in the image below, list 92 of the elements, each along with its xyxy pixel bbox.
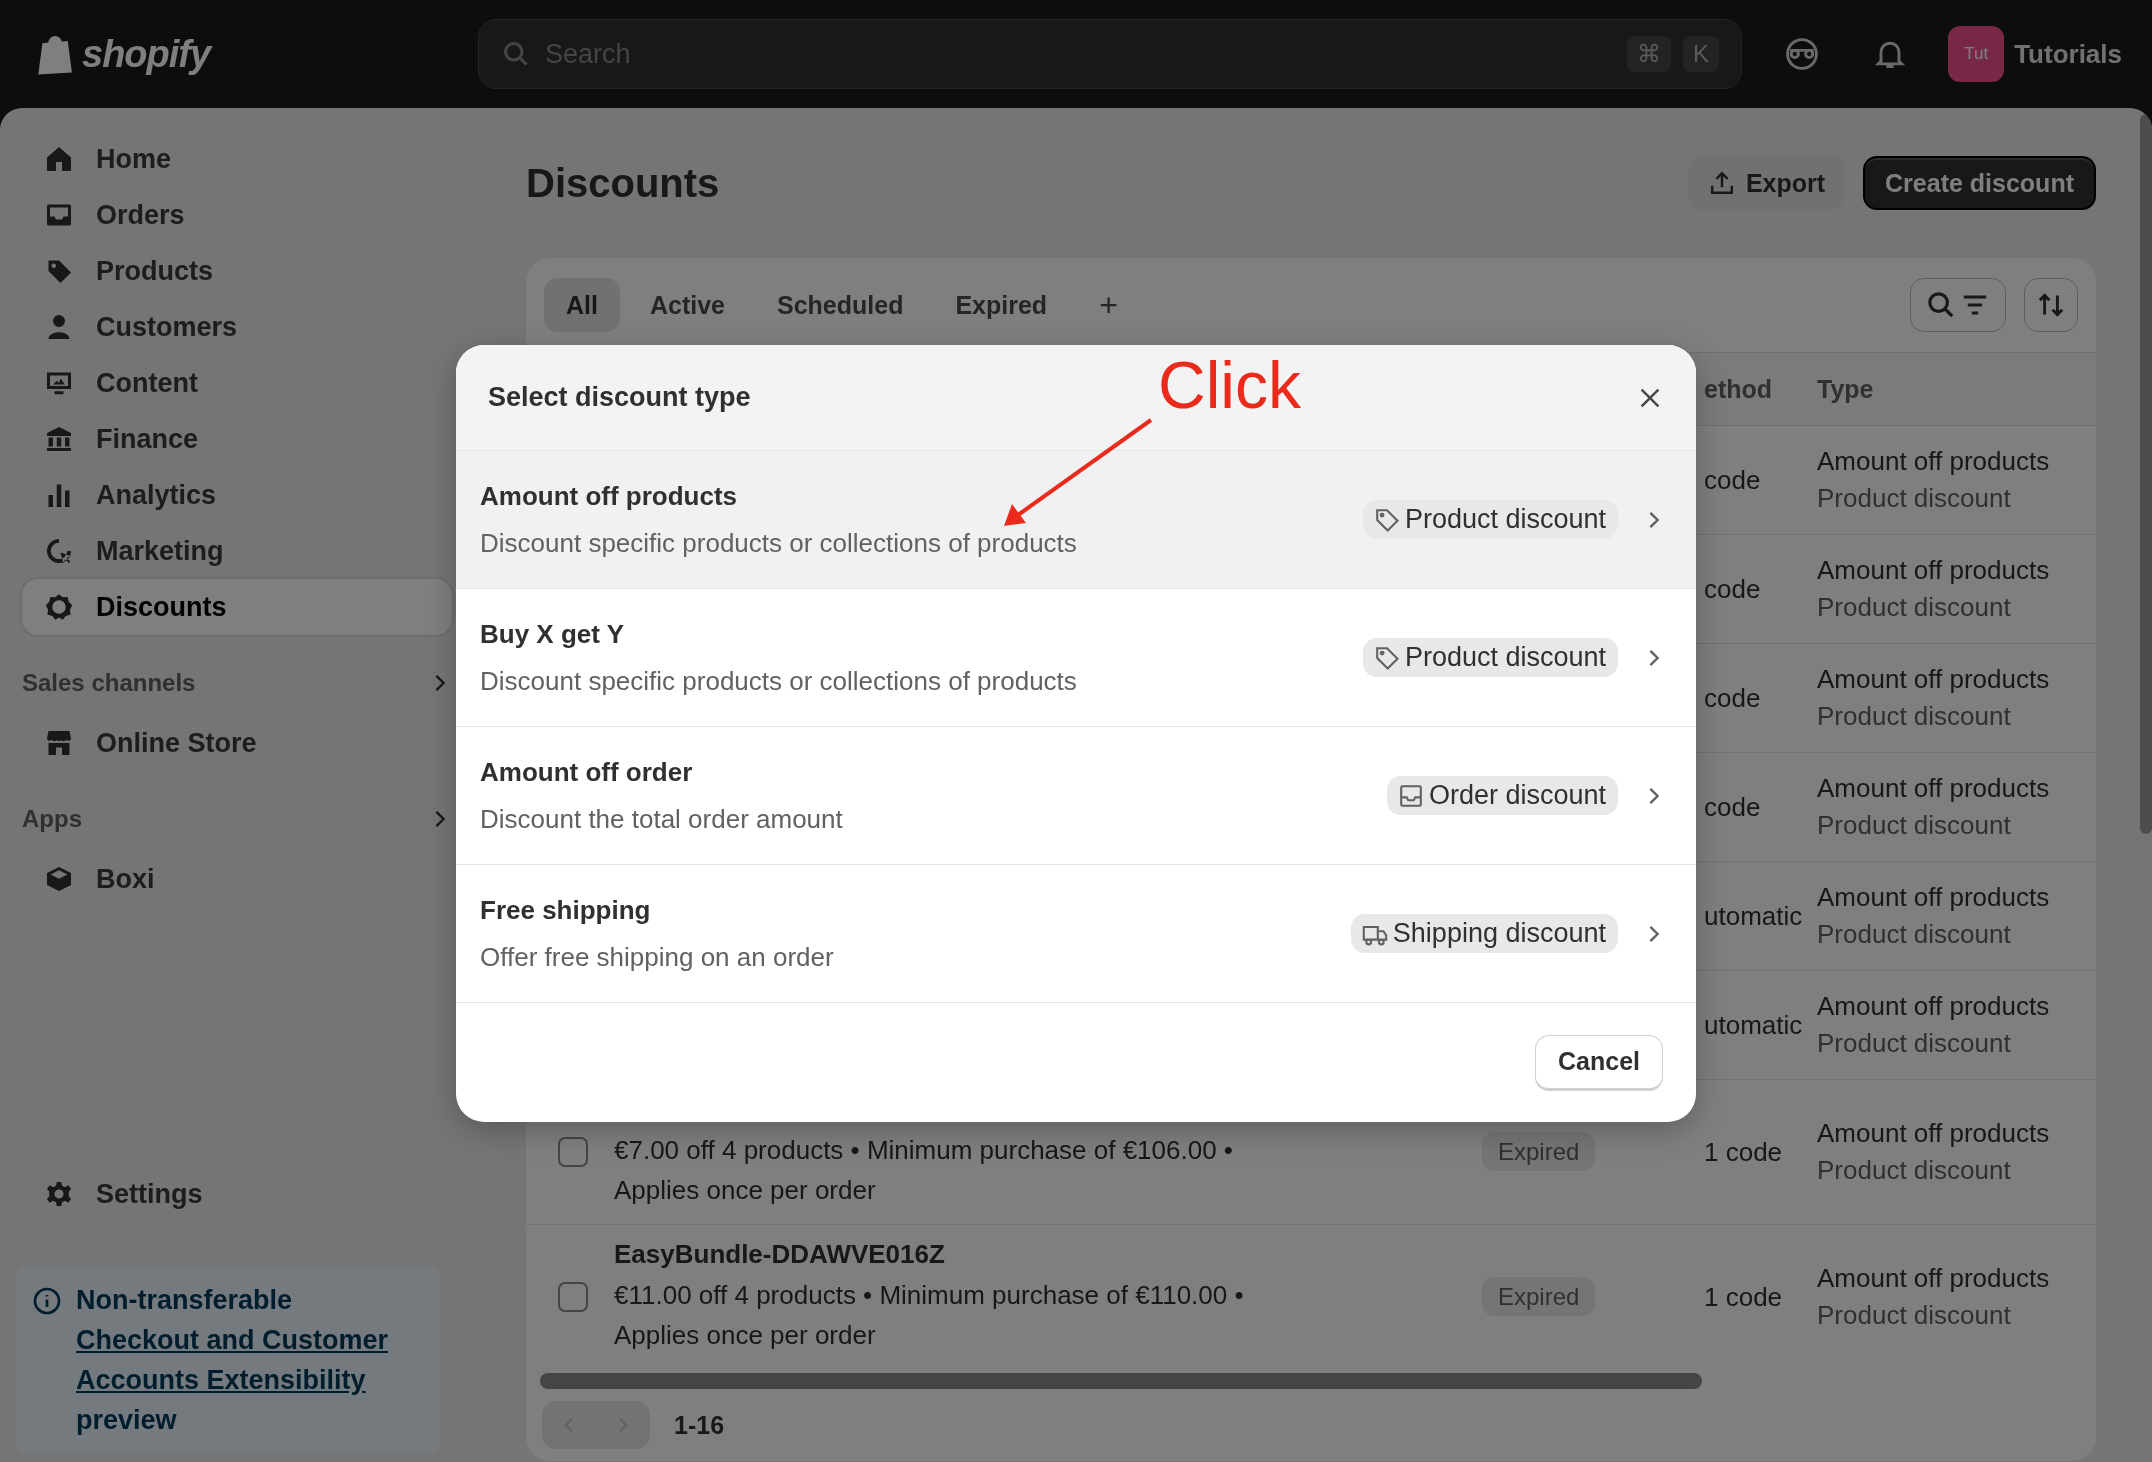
- home-icon: [44, 144, 74, 174]
- cube-icon: [44, 864, 74, 894]
- nav-item[interactable]: Customers: [22, 299, 452, 355]
- discount-code: EasyBundle-DDAWVE016Z: [614, 1239, 945, 1269]
- nav-item[interactable]: Online Store: [22, 715, 452, 771]
- option-title: Free shipping: [480, 894, 652, 926]
- badge-label: Product discount: [1404, 504, 1606, 535]
- create-button[interactable]: Create discount: [1863, 156, 2096, 210]
- page-title: Discounts: [526, 160, 720, 206]
- store-avatar[interactable]: Tut: [1948, 26, 2005, 82]
- page-range: 1-16: [674, 1410, 725, 1440]
- type-detail: Product discount: [1817, 1028, 2012, 1059]
- info-icon: [32, 1286, 62, 1316]
- type-detail: Product discount: [1817, 919, 2012, 950]
- type-cell-text: Amount off products: [1817, 1118, 2051, 1149]
- discount-type-option[interactable]: Amount off order Discount the total order amount Order discount: [456, 727, 1696, 865]
- settings-nav-item[interactable]: Settings: [22, 1166, 452, 1222]
- option-title: Amount off products: [480, 480, 739, 512]
- discount-summary: €11.00 off 4 products • Minimum purchase of €110.00 • Applies once per order: [614, 1279, 1245, 1352]
- option-description: Discount specific products or collections of products: [480, 665, 1078, 697]
- status-badge: Expired: [1482, 1277, 1596, 1316]
- method-cell-text: 1 code: [1703, 1281, 1784, 1313]
- dialog-title: Select discount type: [488, 382, 751, 413]
- section-heading[interactable]: Apps: [22, 795, 452, 843]
- type-cell-text: Amount off products: [1817, 446, 2051, 477]
- horizontal-scrollbar[interactable]: [540, 1373, 1702, 1389]
- badge-label: Product discount: [1404, 642, 1606, 673]
- type-cell-text: Amount off products: [1817, 882, 2051, 913]
- type-cell-text: Amount off products: [1817, 664, 2051, 695]
- settings-icon: [44, 1179, 74, 1209]
- nav-item[interactable]: Analytics: [22, 467, 452, 523]
- nav-item[interactable]: Home: [22, 131, 452, 187]
- section-heading[interactable]: Sales channels: [22, 659, 452, 707]
- logo-wordmark[interactable]: shopify: [82, 32, 211, 76]
- export-button[interactable]: Export: [1687, 156, 1846, 210]
- row-checkbox[interactable]: [558, 1282, 588, 1312]
- option-description: Discount specific products or collections of products: [480, 527, 1078, 559]
- method-cell-text: utomatic: [1703, 1009, 1804, 1041]
- nav-item[interactable]: Boxi: [22, 851, 452, 907]
- store-name[interactable]: Tutorials: [2014, 38, 2122, 70]
- method-cell-text: code: [1703, 791, 1762, 823]
- filter-tab[interactable]: Active: [627, 278, 747, 332]
- cancel-button[interactable]: Cancel: [1535, 1034, 1663, 1091]
- type-cell-text: Amount off products: [1817, 555, 2051, 586]
- column-header: ethod: [1703, 374, 1774, 404]
- notice-message: Non-transferable Checkout and Customer Accounts Extensibility preview: [76, 1280, 424, 1440]
- type-detail: Product discount: [1817, 483, 2012, 514]
- badge-label: Shipping discount: [1392, 918, 1606, 949]
- option-description: Discount the total order amount: [480, 803, 844, 835]
- badge-label: Order discount: [1428, 780, 1606, 811]
- row-checkbox[interactable]: [558, 1137, 588, 1167]
- storefront-icon: [44, 728, 74, 758]
- nav-item[interactable]: Orders: [22, 187, 452, 243]
- nav-item[interactable]: Discounts: [22, 579, 452, 635]
- method-cell-text: code: [1703, 682, 1762, 714]
- vertical-scrollbar[interactable]: [2140, 114, 2152, 834]
- status-badge: Expired: [1482, 1132, 1596, 1171]
- filter-tab[interactable]: Scheduled: [755, 278, 926, 332]
- type-detail: Product discount: [1817, 701, 2012, 732]
- type-cell-text: Amount off products: [1817, 991, 2051, 1022]
- column-header: Type: [1817, 374, 1875, 404]
- type-detail: Product discount: [1817, 810, 2012, 841]
- method-cell-text: code: [1703, 573, 1762, 605]
- target-cursor-icon: [44, 536, 74, 566]
- nav-item[interactable]: Marketing: [22, 523, 452, 579]
- type-detail: Product discount: [1817, 592, 2012, 623]
- keyboard-key: ⌘: [1627, 36, 1671, 72]
- annotation-text: Click: [1158, 352, 1301, 418]
- type-detail: Product discount: [1817, 1300, 2012, 1331]
- option-description: Offer free shipping on an order: [480, 941, 835, 973]
- nav-item[interactable]: Finance: [22, 411, 452, 467]
- method-cell-text: utomatic: [1703, 900, 1804, 932]
- discount-type-option[interactable]: Free shipping Offer free shipping on an order Shipping discount: [456, 865, 1696, 1003]
- glasses-face-icon[interactable]: [1784, 36, 1821, 72]
- search-filter-button[interactable]: [1910, 278, 2006, 332]
- discount-type-option[interactable]: Buy X get Y Discount specific products or collections of products Product discount: [456, 589, 1696, 727]
- method-cell-text: code: [1703, 464, 1762, 496]
- discount-type-option[interactable]: Amount off products Discount specific products or collections of products Product discount: [456, 451, 1696, 589]
- type-cell-text: Amount off products: [1817, 1263, 2051, 1294]
- add-view-button[interactable]: +: [1077, 278, 1140, 332]
- method-cell-text: 1 code: [1703, 1136, 1784, 1168]
- filter-tab[interactable]: Expired: [933, 278, 1070, 332]
- discount-summary: €7.00 off 4 products • Minimum purchase of €106.00 • Applies once per order: [614, 1134, 1234, 1207]
- bank-icon: [44, 424, 74, 454]
- type-detail: Product discount: [1817, 1155, 2012, 1186]
- filter-tab[interactable]: All: [544, 278, 620, 332]
- type-cell-text: Amount off products: [1817, 773, 2051, 804]
- sort-button[interactable]: [2024, 278, 2078, 332]
- option-title: Amount off order: [480, 756, 694, 788]
- nav-item[interactable]: Products: [22, 243, 452, 299]
- nav-item[interactable]: Content: [22, 355, 452, 411]
- option-title: Buy X get Y: [480, 618, 625, 650]
